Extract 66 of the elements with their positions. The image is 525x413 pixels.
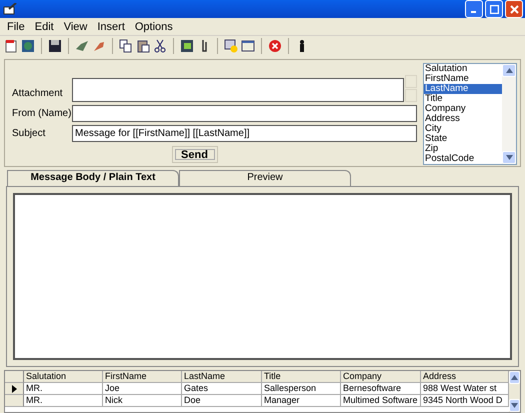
column-header[interactable]: Address (421, 371, 509, 383)
maximize-button[interactable] (485, 0, 503, 18)
column-header[interactable]: FirstName (103, 371, 182, 383)
text-field[interactable]: Message for [[FirstName]] [[LastName]] (72, 125, 417, 142)
list-item[interactable]: State (424, 134, 502, 144)
table-cell: 9345 North Wood D (421, 395, 509, 407)
scroll-up-icon (506, 68, 512, 73)
table-cell: Sallesperson (262, 383, 341, 395)
menu-item[interactable]: File (2, 20, 30, 32)
message-body-editor[interactable] (13, 193, 512, 360)
row-pointer-icon (12, 384, 16, 392)
column-header[interactable]: Salutation (24, 371, 103, 383)
window-icon[interactable] (241, 39, 255, 53)
tab[interactable]: Message Body / Plain Text (7, 170, 179, 186)
table-cell: MR. (24, 383, 103, 395)
paste-icon[interactable] (136, 39, 150, 53)
scrollbar[interactable] (502, 64, 516, 164)
scroll-up-icon (511, 375, 518, 380)
field-label: Subject (12, 128, 46, 141)
scroll-down-icon (506, 155, 512, 160)
row-header[interactable] (5, 383, 24, 395)
tab[interactable]: Preview (179, 170, 351, 186)
attachment-field[interactable] (72, 78, 404, 102)
scroll-down-icon (511, 403, 518, 408)
table-cell: Nick (103, 395, 182, 407)
field-label: From (Name) (12, 108, 72, 121)
text-field[interactable] (72, 105, 417, 122)
table-cell: 988 West Water st (421, 383, 509, 395)
menu-item[interactable]: Insert (92, 20, 130, 32)
list-item[interactable]: Title (424, 94, 502, 104)
save-icon[interactable] (48, 39, 62, 53)
menu-item[interactable]: View (58, 20, 92, 32)
field-label: Attachment (12, 88, 64, 101)
minimize-button[interactable] (465, 0, 483, 18)
new-message-icon[interactable] (4, 39, 18, 53)
close-icon (510, 4, 518, 14)
list-item[interactable]: Zip (424, 144, 502, 154)
table-cell: Gates (182, 383, 262, 395)
column-header[interactable]: Company (341, 371, 421, 383)
list-item[interactable]: Address (424, 114, 502, 124)
column-header[interactable]: LastName (182, 371, 262, 383)
close-button[interactable] (505, 0, 523, 18)
list-item[interactable]: Salutation (424, 64, 502, 74)
column-header[interactable]: Title (262, 371, 341, 383)
image-icon[interactable] (180, 39, 194, 53)
table-cell: Manager (262, 395, 341, 407)
window-clock-icon[interactable] (224, 39, 238, 53)
send-button[interactable]: Send (172, 146, 218, 163)
table-cell: Joe (103, 383, 182, 395)
list-item[interactable]: LastName (424, 84, 502, 94)
stop-icon[interactable] (268, 39, 282, 53)
copy-icon[interactable] (119, 39, 133, 53)
list-item[interactable]: PostalCode (424, 154, 502, 164)
menu-item[interactable]: Options (130, 20, 178, 32)
app-icon (3, 3, 17, 15)
maximize-icon (490, 4, 498, 14)
list-item[interactable]: Company (424, 104, 502, 114)
list-item[interactable]: City (424, 124, 502, 134)
table-cell: Bernesoftware (341, 383, 421, 395)
list-item[interactable]: FirstName (424, 74, 502, 84)
grid-scrollbar[interactable] (509, 371, 520, 412)
menu-item[interactable]: Edit (30, 20, 59, 32)
table-cell: Doe (182, 395, 262, 407)
table-cell: MR. (24, 395, 103, 407)
cut-icon[interactable] (153, 39, 167, 53)
table-cell: Multimed Software (341, 395, 421, 407)
